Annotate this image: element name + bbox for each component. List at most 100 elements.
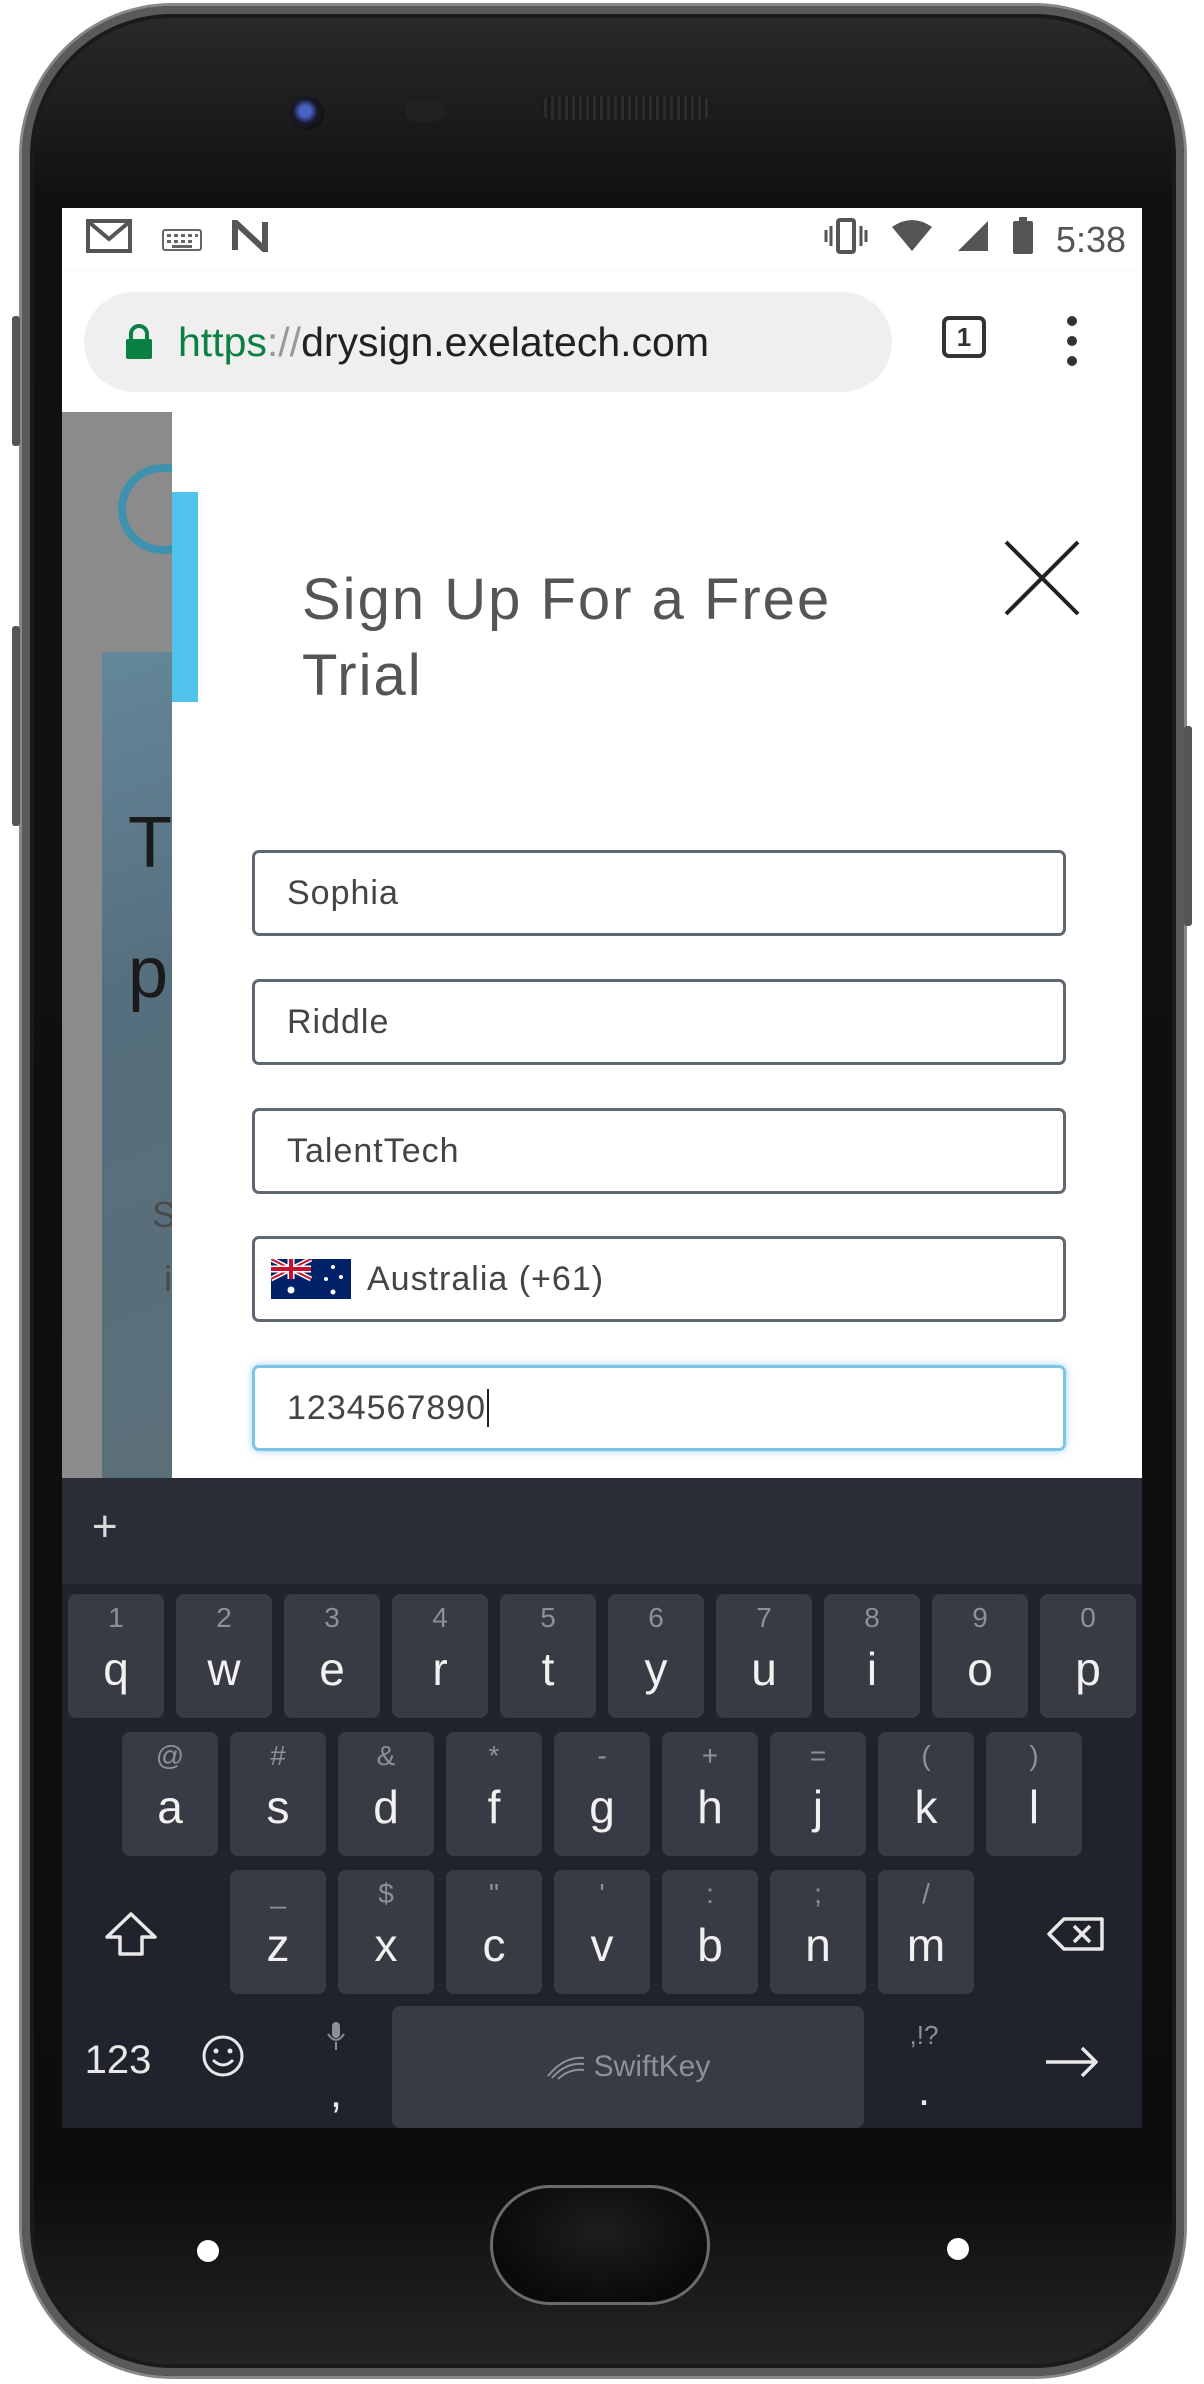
background-heading-line1: T — [128, 803, 172, 883]
key-label: w — [207, 1643, 241, 1695]
key-hint: 2 — [216, 1602, 232, 1633]
key-label: c — [482, 1919, 506, 1971]
period-key[interactable]: ,!? . — [888, 2006, 960, 2128]
key-j[interactable]: = j — [770, 1732, 866, 1856]
address-bar[interactable]: https://drysign.exelatech.com — [84, 292, 892, 392]
company-field[interactable]: TalentTech — [252, 1108, 1066, 1194]
key-hint: 8 — [864, 1602, 880, 1633]
keyboard-expand-button[interactable]: + — [92, 1502, 118, 1552]
key-label: s — [266, 1781, 290, 1833]
space-bar[interactable]: SwiftKey — [392, 2006, 864, 2128]
clock: 5:38 — [1055, 219, 1126, 260]
microphone-icon — [327, 2022, 345, 2050]
phone-field[interactable]: 1234567890 — [252, 1365, 1066, 1451]
australia-flag-icon — [271, 1259, 351, 1299]
key-hint: _ — [270, 1878, 286, 1909]
close-icon[interactable] — [1002, 538, 1082, 618]
key-h[interactable]: + h — [662, 1732, 758, 1856]
key-hint: 7 — [756, 1602, 772, 1633]
lock-icon — [124, 324, 154, 360]
hero-image — [102, 652, 172, 1478]
key-label: m — [906, 1919, 946, 1971]
key-hint: 9 — [972, 1602, 988, 1633]
key-hint: & — [376, 1740, 396, 1771]
key-s[interactable]: # s — [230, 1732, 326, 1856]
key-hint: = — [809, 1740, 827, 1771]
key-hint: " — [489, 1878, 499, 1909]
key-a[interactable]: @ a — [122, 1732, 218, 1856]
shift-key[interactable] — [84, 1874, 178, 1994]
key-label: k — [914, 1781, 938, 1833]
last-name-field[interactable]: Riddle — [252, 979, 1066, 1065]
comma-key[interactable]: , — [300, 2006, 372, 2128]
key-label: r — [432, 1643, 448, 1695]
country-select[interactable]: Australia (+61) — [252, 1236, 1066, 1322]
modal-title: Sign Up For a Free Trial — [302, 567, 832, 708]
key-label: n — [805, 1919, 831, 1971]
wifi-icon — [890, 219, 934, 262]
key-x[interactable]: $ x — [338, 1870, 434, 1994]
key-label: e — [319, 1643, 345, 1695]
backspace-key[interactable] — [1026, 1874, 1126, 1994]
key-hint: 6 — [648, 1602, 664, 1633]
keyboard-icon — [162, 221, 202, 260]
key-m[interactable]: / m — [878, 1870, 974, 1994]
key-label: j — [812, 1781, 824, 1833]
url-scheme: https — [178, 318, 267, 365]
status-bar: 5:38 — [62, 208, 1142, 272]
modal-accent-bar — [172, 492, 198, 702]
numbers-key[interactable]: 123 — [68, 2038, 168, 2083]
key-label: q — [103, 1643, 129, 1695]
first-name-field[interactable]: Sophia — [252, 850, 1066, 936]
key-b[interactable]: :b — [662, 1870, 758, 1994]
volume-button — [12, 626, 20, 826]
back-nav-dot[interactable] — [197, 2240, 219, 2262]
key-hint: ) — [1029, 1740, 1039, 1771]
key-n[interactable]: ; n — [770, 1870, 866, 1994]
tab-switcher-button[interactable]: 1 — [942, 316, 986, 358]
key-hint: / — [922, 1878, 930, 1909]
key-hint: @ — [155, 1740, 185, 1771]
key-i[interactable]: 8i — [824, 1594, 920, 1718]
key-label: b — [697, 1919, 723, 1971]
key-q[interactable]: 1q — [68, 1594, 164, 1718]
home-button[interactable] — [490, 2185, 710, 2305]
key-v[interactable]: ' v — [554, 1870, 650, 1994]
key-l[interactable]: ) l — [986, 1732, 1082, 1856]
proximity-sensor — [405, 101, 445, 121]
phone-value: 1234567890 — [287, 1388, 487, 1427]
url-separator: :// — [266, 318, 302, 365]
key-g[interactable]: -g — [554, 1732, 650, 1856]
url-text: https://drysign.exelatech.com — [178, 319, 709, 366]
recents-nav-dot[interactable] — [947, 2238, 969, 2260]
battery-icon — [1012, 216, 1034, 264]
background-heading-line2: p — [128, 933, 169, 1013]
comma-label: , — [329, 2068, 343, 2117]
n-icon — [232, 214, 268, 261]
period-hint: ,!? — [909, 2020, 939, 2050]
key-o[interactable]: 9o — [932, 1594, 1028, 1718]
key-z[interactable]: _ z — [230, 1870, 326, 1994]
text-cursor — [487, 1389, 490, 1427]
key-u[interactable]: 7u — [716, 1594, 812, 1718]
key-label: g — [589, 1781, 615, 1833]
enter-arrow-key[interactable] — [1032, 2044, 1112, 2089]
key-w[interactable]: 2w — [176, 1594, 272, 1718]
emoji-key[interactable] — [188, 2034, 258, 2088]
key-d[interactable]: & d — [338, 1732, 434, 1856]
key-hint: # — [270, 1740, 286, 1771]
key-p[interactable]: 0p — [1040, 1594, 1136, 1718]
key-k[interactable]: (k — [878, 1732, 974, 1856]
key-t[interactable]: 5t — [500, 1594, 596, 1718]
more-menu-icon[interactable] — [1062, 316, 1082, 368]
key-c[interactable]: " c — [446, 1870, 542, 1994]
key-hint: 0 — [1080, 1602, 1096, 1633]
key-label: u — [751, 1643, 777, 1695]
key-y[interactable]: 6y — [608, 1594, 704, 1718]
period-label: . — [917, 2066, 931, 2115]
key-f[interactable]: * f — [446, 1732, 542, 1856]
key-e[interactable]: 3e — [284, 1594, 380, 1718]
key-r[interactable]: 4r — [392, 1594, 488, 1718]
country-value: Australia (+61) — [367, 1259, 605, 1298]
key-label: v — [590, 1919, 614, 1971]
